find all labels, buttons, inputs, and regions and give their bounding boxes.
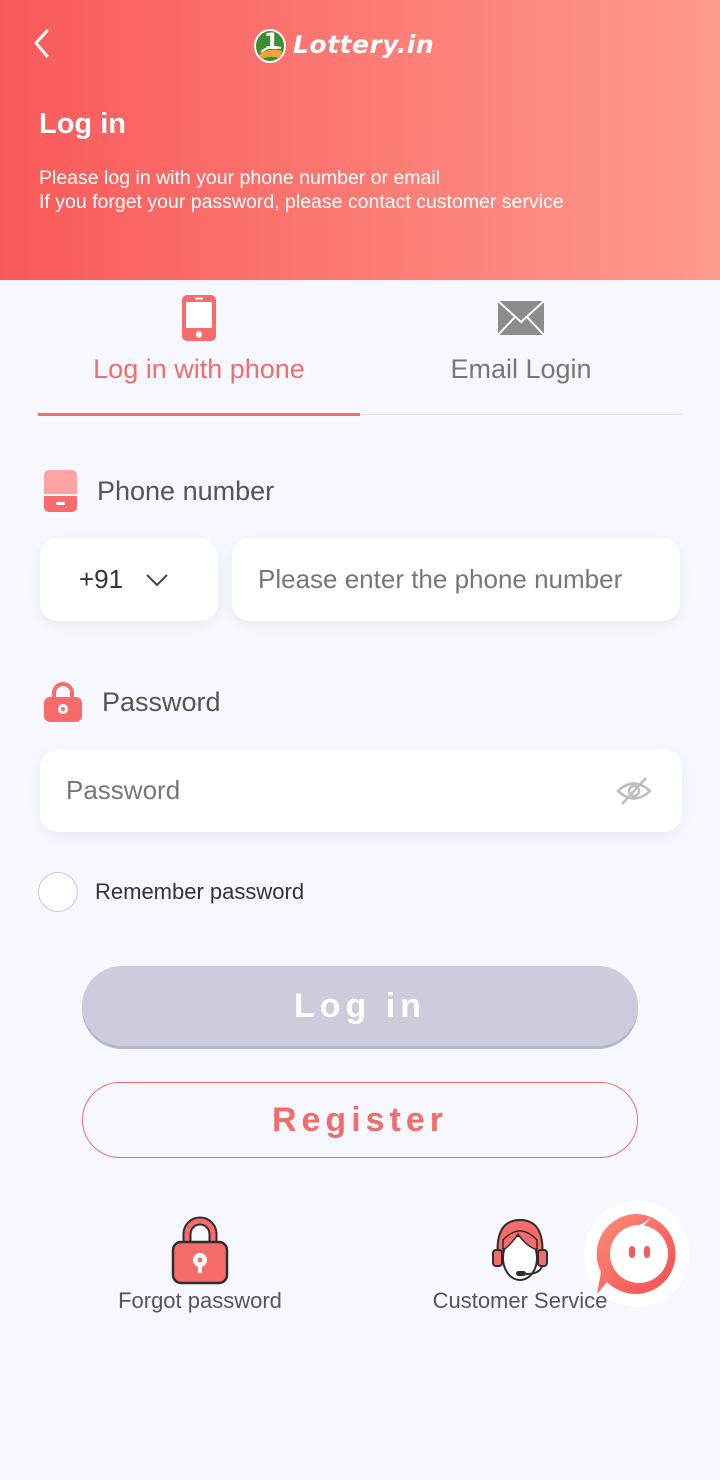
chevron-left-icon — [34, 29, 49, 58]
login-method-tabs: Log in with phone Email Login — [38, 280, 682, 416]
logo-text: Lottery.in — [293, 29, 435, 59]
customer-service-agent-icon — [492, 1218, 548, 1281]
tab-email-login-label: Email Login — [450, 354, 592, 384]
page-title: Log in — [39, 108, 126, 140]
login-button[interactable]: Log in — [82, 966, 638, 1046]
smartphone-icon — [182, 295, 216, 341]
lock-icon — [44, 682, 82, 722]
subtitle-line-2: If you forget your password, please cont… — [39, 191, 564, 213]
chevron-down-icon — [146, 573, 168, 586]
phone-label-icon — [44, 470, 77, 512]
live-chat-button[interactable] — [584, 1201, 690, 1307]
subtitle-line-1: Please log in with your phone number or … — [39, 167, 441, 189]
tab-phone-login-label: Log in with phone — [93, 354, 305, 384]
country-code-select[interactable]: +91 — [40, 538, 218, 621]
password-input[interactable] — [66, 775, 616, 806]
remember-password-option[interactable]: Remember password — [38, 872, 304, 912]
password-label-text: Password — [102, 686, 221, 717]
svg-text:1: 1 — [264, 30, 279, 55]
password-field-label: Password — [44, 682, 221, 722]
phone-label-text: Phone number — [97, 475, 275, 506]
remember-password-radio[interactable] — [38, 872, 78, 912]
password-input-container — [40, 749, 682, 832]
envelope-icon — [497, 300, 545, 336]
subtitle: Please log in with your phone number or … — [39, 166, 564, 214]
forgot-password-label: Forgot password — [118, 1288, 282, 1313]
back-button[interactable] — [28, 26, 60, 62]
logo: 1 Lottery.in — [252, 24, 434, 64]
chat-bubble-icon — [596, 1213, 676, 1294]
padlock-icon — [171, 1216, 229, 1285]
toggle-password-visibility[interactable] — [616, 776, 652, 806]
country-code-value: +91 — [79, 564, 124, 594]
register-button[interactable]: Register — [82, 1082, 638, 1158]
eye-off-icon — [616, 776, 652, 805]
header: 1 Lottery.in Log in Please log in with y… — [0, 0, 720, 280]
phone-field-label: Phone number — [44, 470, 274, 512]
logo-badge-icon: 1 — [254, 29, 286, 63]
forgot-password-link[interactable]: Forgot password — [100, 1216, 300, 1314]
tab-email-login[interactable]: Email Login — [360, 280, 682, 415]
remember-password-label: Remember password — [95, 879, 305, 904]
phone-input-container — [232, 538, 680, 621]
phone-input[interactable] — [258, 564, 680, 595]
customer-service-label: Customer Service — [432, 1288, 608, 1313]
tab-phone-login[interactable]: Log in with phone — [38, 280, 360, 416]
